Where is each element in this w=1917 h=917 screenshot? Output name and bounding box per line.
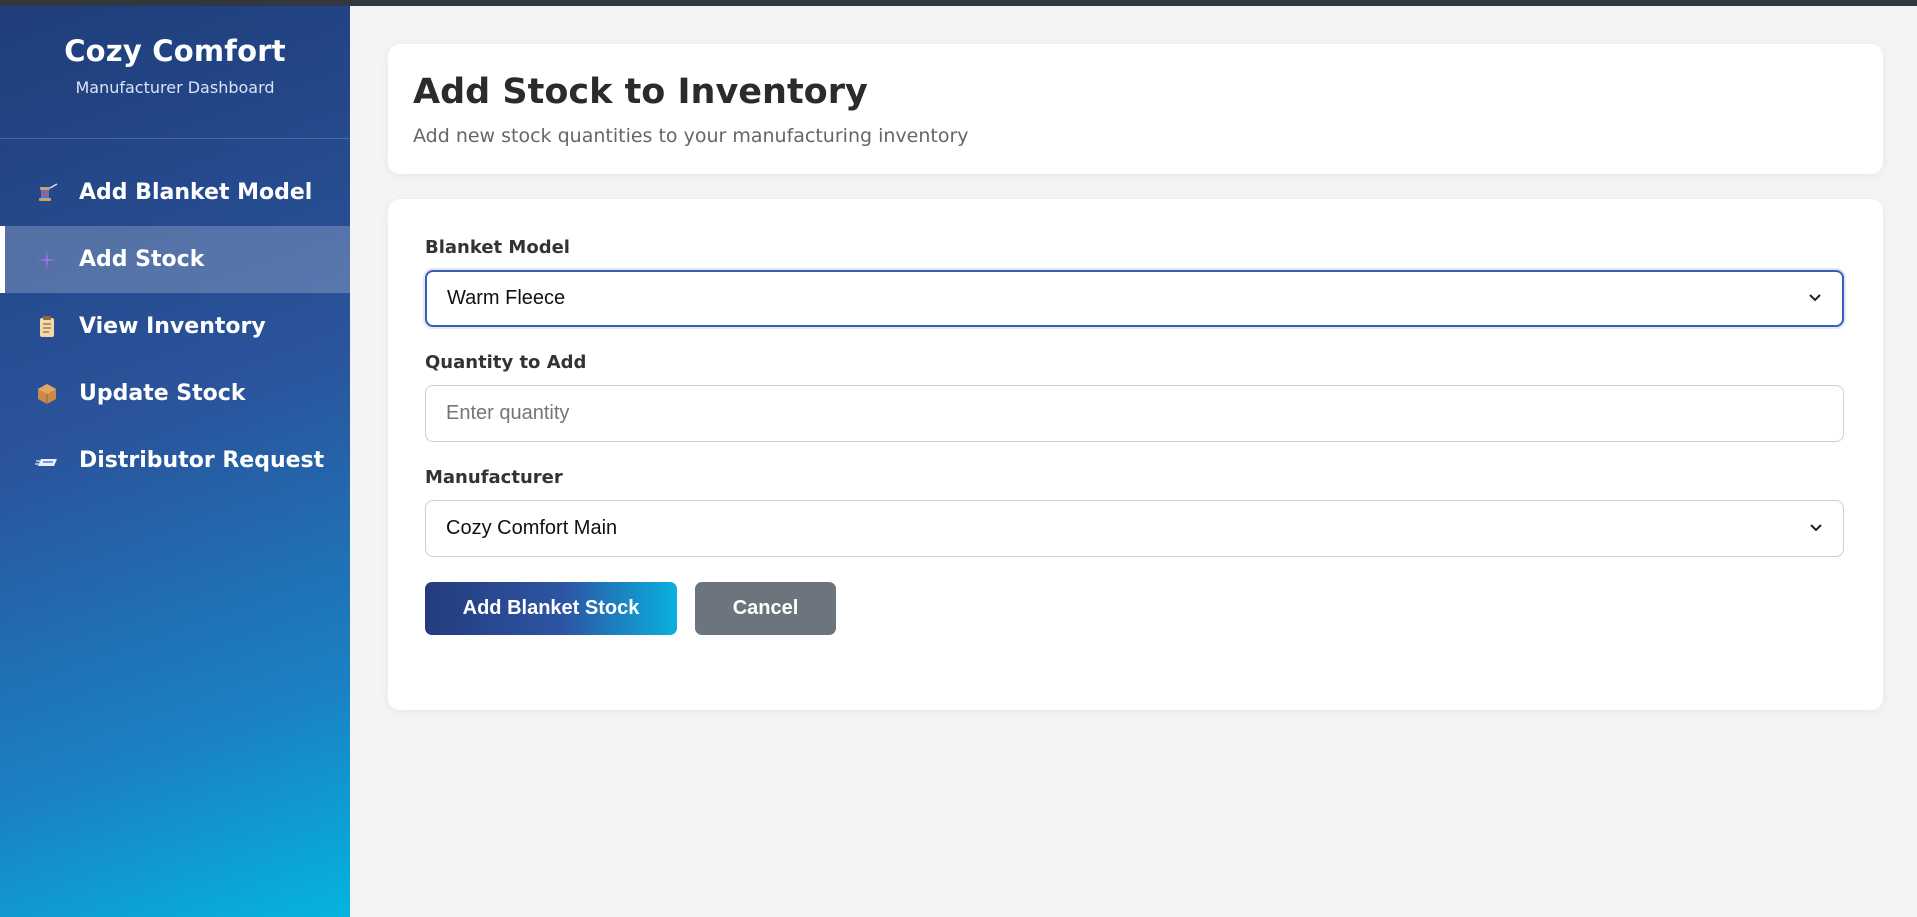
add-blanket-stock-button[interactable]: Add Blanket Stock [425, 582, 677, 635]
brand-subtitle: Manufacturer Dashboard [75, 78, 275, 97]
blanket-model-select[interactable]: Warm Fleece [425, 270, 1844, 327]
sidebar-item-update-stock[interactable]: Update Stock [0, 360, 350, 427]
form-actions: Add Blanket Stock Cancel [425, 582, 1846, 635]
quantity-placeholder: Enter quantity [446, 402, 570, 424]
sidebar-item-label: Update Stock [79, 381, 246, 406]
sidebar-item-label: Add Stock [79, 247, 205, 272]
blanket-model-field: Blanket Model Warm Fleece [425, 237, 1846, 327]
page-title: Add Stock to Inventory [413, 72, 868, 112]
thread-spool-icon [34, 180, 60, 206]
delivery-icon [34, 448, 60, 474]
page-subtitle: Add new stock quantities to your manufac… [413, 125, 969, 147]
sidebar-item-label: View Inventory [79, 314, 266, 339]
sidebar: Cozy Comfort Manufacturer Dashboard Add … [0, 6, 350, 917]
page-header-card: Add Stock to Inventory Add new stock qua… [388, 44, 1883, 174]
add-stock-form: Blanket Model Warm Fleece Quantity to Ad… [388, 199, 1883, 710]
sidebar-item-distributor-request[interactable]: Distributor Request [0, 427, 350, 494]
sidebar-item-view-inventory[interactable]: View Inventory [0, 293, 350, 360]
manufacturer-label: Manufacturer [425, 467, 563, 488]
sidebar-item-add-stock[interactable]: Add Stock [0, 226, 350, 293]
chevron-down-icon [1809, 517, 1823, 540]
sidebar-item-label: Add Blanket Model [79, 180, 313, 205]
sidebar-nav: Add Blanket Model Add Stock View Invento… [0, 159, 350, 494]
chevron-down-icon [1808, 287, 1822, 310]
sidebar-item-add-blanket-model[interactable]: Add Blanket Model [0, 159, 350, 226]
sidebar-item-label: Distributor Request [79, 448, 325, 473]
package-icon [34, 381, 60, 407]
cancel-button[interactable]: Cancel [695, 582, 836, 635]
manufacturer-field: Manufacturer Cozy Comfort Main [425, 467, 1846, 557]
quantity-label: Quantity to Add [425, 352, 587, 373]
blanket-model-value: Warm Fleece [447, 287, 566, 309]
plus-sparkle-icon [34, 247, 60, 273]
manufacturer-select[interactable]: Cozy Comfort Main [425, 500, 1844, 557]
clipboard-icon [34, 314, 60, 340]
brand-title: Cozy Comfort [64, 34, 286, 68]
manufacturer-value: Cozy Comfort Main [446, 517, 618, 539]
quantity-input[interactable]: Enter quantity [425, 385, 1844, 442]
quantity-field: Quantity to Add Enter quantity [425, 352, 1846, 442]
brand: Cozy Comfort Manufacturer Dashboard [0, 6, 350, 139]
blanket-model-label: Blanket Model [425, 237, 570, 258]
